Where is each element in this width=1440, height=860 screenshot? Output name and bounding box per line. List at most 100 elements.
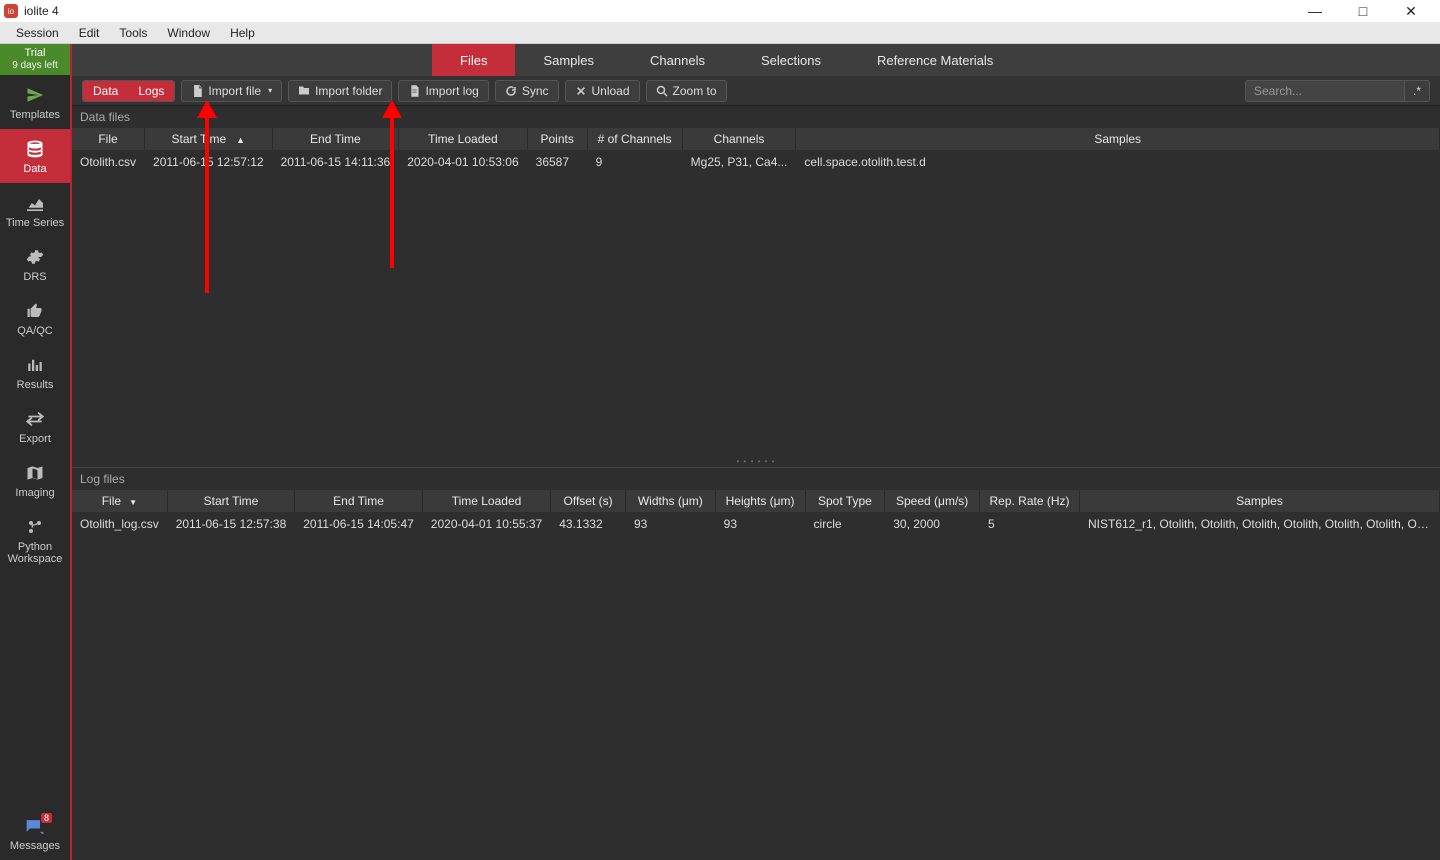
sidebar-item-data[interactable]: Data xyxy=(0,129,70,183)
unload-button[interactable]: Unload xyxy=(565,80,640,102)
sidebar-item-imaging[interactable]: Imaging xyxy=(0,453,70,507)
trial-label: Trial xyxy=(0,47,70,60)
sync-icon xyxy=(505,85,517,97)
messages-icon: 8 xyxy=(24,816,46,836)
sync-button[interactable]: Sync xyxy=(495,80,559,102)
col-end-time[interactable]: End Time xyxy=(295,490,423,512)
menu-session[interactable]: Session xyxy=(6,24,69,42)
sidebar-item-label: Data xyxy=(23,163,46,175)
sidebar-item-messages[interactable]: 8 Messages xyxy=(0,806,70,860)
messages-badge: 8 xyxy=(41,813,52,823)
paper-plane-icon xyxy=(24,85,46,105)
sidebar-item-results[interactable]: Results xyxy=(0,345,70,399)
import-file-button[interactable]: Import file ▾ xyxy=(181,80,282,102)
sidebar-item-templates[interactable]: Templates xyxy=(0,75,70,129)
search-regex-button[interactable]: .* xyxy=(1405,80,1430,102)
sidebar-item-label: Templates xyxy=(10,109,60,121)
menu-help[interactable]: Help xyxy=(220,24,265,42)
col-end-time[interactable]: End Time xyxy=(272,128,399,150)
sidebar-item-label: Results xyxy=(17,379,54,391)
col-file[interactable]: File▼ xyxy=(72,490,167,512)
window-title: iolite 4 xyxy=(24,4,59,18)
sidebar-item-python[interactable]: Python Workspace xyxy=(0,507,70,573)
table-row[interactable]: Otolith_log.csv 2011-06-15 12:57:38 2011… xyxy=(72,512,1440,536)
close-icon xyxy=(575,85,587,97)
menu-tools[interactable]: Tools xyxy=(109,24,157,42)
sidebar-item-export[interactable]: Export xyxy=(0,399,70,453)
tab-files[interactable]: Files xyxy=(432,44,515,76)
tab-refmaterials[interactable]: Reference Materials xyxy=(849,44,1021,76)
col-widths[interactable]: Widths (μm) xyxy=(625,490,715,512)
seg-logs-button[interactable]: Logs xyxy=(128,81,174,101)
table-row[interactable]: Otolith.csv 2011-06-15 12:57:12 2011-06-… xyxy=(72,150,1440,174)
sidebar-item-timeseries[interactable]: Time Series xyxy=(0,183,70,237)
col-speed[interactable]: Speed (μm/s) xyxy=(885,490,980,512)
search-input[interactable] xyxy=(1245,80,1405,102)
titlebar: io iolite 4 — □ ✕ xyxy=(0,0,1440,22)
sidebar-item-label: Python Workspace xyxy=(2,541,68,565)
folder-icon xyxy=(298,85,310,97)
window-maximize-button[interactable]: □ xyxy=(1348,3,1378,20)
chevron-down-icon: ▾ xyxy=(268,86,272,95)
sidebar-item-label: Imaging xyxy=(15,487,54,499)
data-logs-segment: Data Logs xyxy=(82,80,175,102)
sidebar-item-qaqc[interactable]: QA/QC xyxy=(0,291,70,345)
zoom-to-button[interactable]: Zoom to xyxy=(646,80,727,102)
col-heights[interactable]: Heights (μm) xyxy=(715,490,805,512)
seg-data-button[interactable]: Data xyxy=(83,81,128,101)
data-files-label: Data files xyxy=(72,106,1440,128)
branch-icon xyxy=(24,517,46,537)
log-files-table: File▼ Start Time End Time Time Loaded Of… xyxy=(72,490,1440,536)
col-time-loaded[interactable]: Time Loaded xyxy=(422,490,550,512)
database-icon xyxy=(24,139,46,159)
import-folder-button[interactable]: Import folder xyxy=(288,80,392,102)
col-time-loaded[interactable]: Time Loaded xyxy=(399,128,527,150)
col-spot-type[interactable]: Spot Type xyxy=(805,490,885,512)
sidebar-item-label: Time Series xyxy=(6,217,64,229)
sidebar-item-drs[interactable]: DRS xyxy=(0,237,70,291)
annotation-arrow-2-stem xyxy=(390,118,394,268)
thumbs-up-icon xyxy=(24,301,46,321)
sidebar-item-label: Export xyxy=(19,433,51,445)
view-tabs: Files Samples Channels Selections Refere… xyxy=(72,44,1440,76)
col-nchannels[interactable]: # of Channels xyxy=(587,128,682,150)
window-close-button[interactable]: ✕ xyxy=(1396,3,1426,20)
col-samples[interactable]: Samples xyxy=(1080,490,1440,512)
pane-splitter[interactable]: • • • • • • xyxy=(72,456,1440,467)
sort-asc-icon: ▲ xyxy=(236,135,245,145)
gear-icon xyxy=(24,247,46,267)
data-files-table: File Start Time▲ End Time Time Loaded Po… xyxy=(72,128,1440,174)
import-log-button[interactable]: Import log xyxy=(398,80,488,102)
annotation-arrow-1 xyxy=(197,100,217,118)
app-icon: io xyxy=(4,4,18,18)
area-chart-icon xyxy=(24,193,46,213)
log-files-label: Log files xyxy=(72,468,1440,490)
col-rep-rate[interactable]: Rep. Rate (Hz) xyxy=(980,490,1080,512)
sidebar-item-label: QA/QC xyxy=(17,325,52,337)
annotation-arrow-1-stem xyxy=(205,118,209,293)
col-file[interactable]: File xyxy=(72,128,145,150)
map-icon xyxy=(24,463,46,483)
sidebar-item-label: Messages xyxy=(10,840,60,852)
menu-window[interactable]: Window xyxy=(157,24,220,42)
col-samples[interactable]: Samples xyxy=(796,128,1440,150)
menubar: Session Edit Tools Window Help xyxy=(0,22,1440,44)
trial-sublabel: 9 days left xyxy=(0,60,70,72)
col-offset[interactable]: Offset (s) xyxy=(551,490,626,512)
window-minimize-button[interactable]: — xyxy=(1300,3,1330,20)
sidebar-item-label: DRS xyxy=(23,271,46,283)
file-icon xyxy=(191,85,203,97)
tab-selections[interactable]: Selections xyxy=(733,44,849,76)
tab-samples[interactable]: Samples xyxy=(515,44,622,76)
annotation-arrow-2 xyxy=(382,100,402,118)
tab-channels[interactable]: Channels xyxy=(622,44,733,76)
col-points[interactable]: Points xyxy=(527,128,587,150)
trial-badge: Trial 9 days left xyxy=(0,44,70,75)
transfer-icon xyxy=(24,409,46,429)
col-channels[interactable]: Channels xyxy=(682,128,796,150)
col-start-time[interactable]: Start Time xyxy=(167,490,295,512)
sidebar: Trial 9 days left Templates Data Time Se… xyxy=(0,44,72,860)
menu-edit[interactable]: Edit xyxy=(69,24,110,42)
log-file-icon xyxy=(408,85,420,97)
bar-chart-icon xyxy=(24,355,46,375)
